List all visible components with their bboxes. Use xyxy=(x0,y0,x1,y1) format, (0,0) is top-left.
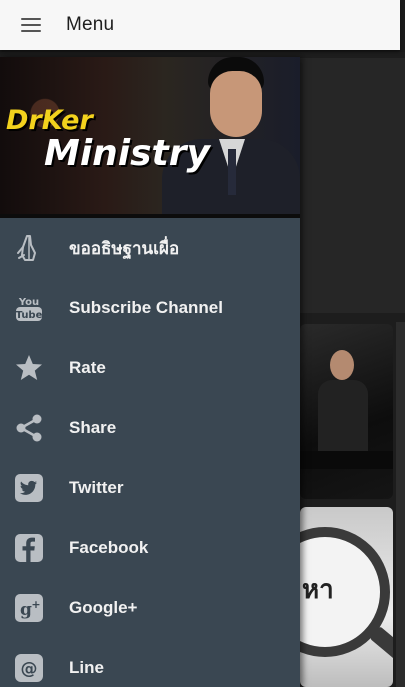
menu-item-share[interactable]: Share xyxy=(0,398,300,458)
hamburger-icon[interactable] xyxy=(0,0,62,50)
menu-item-google-plus[interactable]: g + Google+ xyxy=(0,578,300,638)
background-video-card[interactable] xyxy=(300,324,393,499)
app-bar-title: Menu xyxy=(66,14,115,35)
menu-item-label: Rate xyxy=(69,358,106,377)
card-glyph-text: หา xyxy=(302,575,334,605)
background-edge xyxy=(396,322,405,687)
facebook-icon xyxy=(14,533,44,563)
logo-line-1: DrKer xyxy=(6,105,93,136)
drawer-header-banner: DrKer Ministry xyxy=(0,57,300,218)
menu-item-rate[interactable]: Rate xyxy=(0,338,300,398)
menu-item-prayer-request[interactable]: ขออธิษฐานเผื่อ xyxy=(0,218,300,278)
google-plus-icon: g + xyxy=(14,593,44,623)
ministry-logo: DrKer Ministry xyxy=(6,107,210,173)
menu-item-twitter[interactable]: Twitter xyxy=(0,458,300,518)
background-video-banner[interactable] xyxy=(300,58,405,313)
app-bar: Menu xyxy=(0,0,400,50)
star-icon xyxy=(14,353,44,383)
youtube-icon: You Tube xyxy=(14,293,44,323)
video-thumbnail-person xyxy=(318,350,368,460)
svg-text:Tube: Tube xyxy=(16,310,43,321)
svg-text:g: g xyxy=(20,600,32,620)
share-icon xyxy=(14,413,44,443)
svg-text:+: + xyxy=(31,598,40,611)
menu-item-label: Twitter xyxy=(69,478,124,497)
line-icon: @ xyxy=(14,653,44,683)
app-screen: หา Menu DrKer Ministry ขออธิษฐานเผื่อ Yo… xyxy=(0,0,405,687)
menu-item-subscribe-channel[interactable]: You Tube Subscribe Channel xyxy=(0,278,300,338)
praying-hands-icon xyxy=(14,233,44,263)
menu-item-label: Share xyxy=(69,418,117,437)
svg-text:You: You xyxy=(18,297,39,308)
background-search-card[interactable]: หา xyxy=(300,507,393,687)
menu-item-label: Google+ xyxy=(69,598,138,617)
twitter-icon xyxy=(14,473,44,503)
menu-item-line[interactable]: @ Line xyxy=(0,638,300,687)
menu-item-facebook[interactable]: Facebook xyxy=(0,518,300,578)
menu-item-label: Facebook xyxy=(69,538,149,557)
logo-line-2: Ministry xyxy=(44,133,210,174)
navigation-drawer: DrKer Ministry ขออธิษฐานเผื่อ You Tube S… xyxy=(0,57,300,687)
menu-item-label: Subscribe Channel xyxy=(69,298,223,317)
drawer-menu: ขออธิษฐานเผื่อ You Tube Subscribe Channe… xyxy=(0,218,300,687)
menu-item-label: ขออธิษฐานเผื่อ xyxy=(69,238,180,258)
menu-item-label: Line xyxy=(69,658,104,677)
svg-text:@: @ xyxy=(21,659,38,679)
